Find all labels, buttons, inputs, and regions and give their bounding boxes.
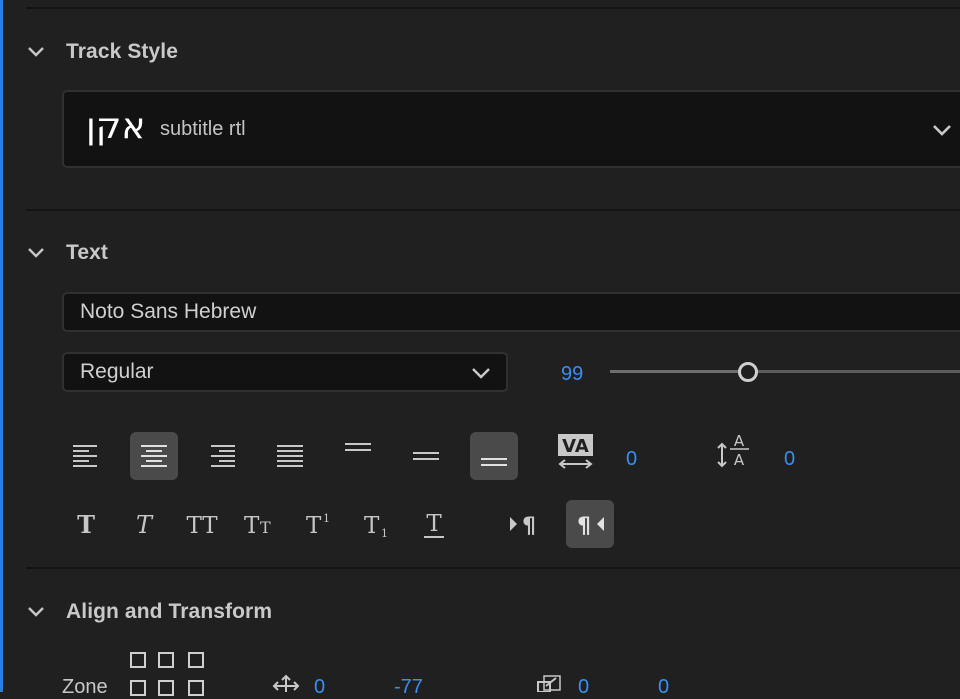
superscript-icon: T1 [306, 512, 330, 539]
faux-italic-icon: T [136, 511, 154, 539]
panel-left-edge [0, 0, 3, 692]
small-caps-button[interactable]: TT [236, 500, 284, 548]
all-caps-icon: TT [186, 513, 218, 539]
align-left-button[interactable] [62, 432, 110, 480]
align-right-icon [211, 445, 235, 467]
section-divider [26, 567, 960, 569]
chevron-down-icon [28, 47, 44, 57]
style-sample-glyph: אקן [86, 106, 146, 147]
svg-text:T: T [306, 513, 322, 539]
svg-text:1: 1 [323, 512, 330, 525]
svg-text:TT: TT [186, 513, 218, 539]
svg-text:T: T [77, 510, 95, 539]
scale-x-value[interactable]: 0 [578, 676, 589, 699]
chevron-down-icon [28, 607, 44, 617]
faux-bold-icon: T [77, 510, 95, 539]
zone-cell[interactable] [158, 680, 174, 696]
svg-text:VA: VA [562, 436, 589, 457]
chevron-down-icon [28, 248, 44, 258]
superscript-button[interactable]: T1 [294, 500, 342, 548]
zone-label: Zone [62, 676, 108, 698]
subscript-icon: T1 [364, 513, 388, 539]
all-caps-button[interactable]: TT [178, 500, 226, 548]
section-divider [26, 209, 960, 211]
svg-text:A: A [734, 451, 745, 469]
position-y-value[interactable]: -77 [394, 676, 423, 699]
track-style-name: subtitle rtl [160, 118, 246, 140]
zone-cell[interactable] [188, 652, 204, 668]
faux-bold-button[interactable]: T [62, 500, 110, 548]
section-title: Text [66, 241, 109, 264]
zone-cell[interactable] [130, 652, 146, 668]
font-size-value[interactable]: 99 [561, 363, 583, 386]
leading-value[interactable]: 0 [784, 448, 795, 471]
align-left-icon [73, 445, 97, 467]
position-x-value[interactable]: 0 [314, 676, 325, 699]
section-header-text[interactable]: Text [26, 238, 108, 268]
svg-text:1: 1 [381, 527, 388, 539]
track-style-dropdown[interactable]: אקן subtitle rtl [62, 90, 960, 168]
align-center-button[interactable] [130, 432, 178, 480]
zone-cell[interactable] [188, 680, 204, 696]
font-size-slider-thumb[interactable] [738, 362, 758, 382]
justify-button[interactable] [266, 432, 314, 480]
font-size-slider-fill [610, 370, 738, 373]
align-top-button[interactable] [334, 426, 382, 474]
align-middle-button[interactable] [402, 432, 450, 480]
svg-text:¶: ¶ [522, 514, 536, 539]
zone-cell[interactable] [158, 652, 174, 668]
section-title: Align and Transform [66, 600, 273, 623]
font-weight-dropdown[interactable]: Regular [62, 352, 508, 392]
svg-text:¶: ¶ [577, 514, 591, 539]
ltr-paragraph-icon: ¶ [510, 514, 536, 539]
ltr-direction-button[interactable]: ¶ [498, 500, 546, 548]
section-header-track-style[interactable]: Track Style [26, 37, 178, 67]
scale-y-value[interactable]: 0 [658, 676, 669, 699]
tracking-icon: VA [558, 434, 593, 469]
rtl-paragraph-icon: ¶ [577, 514, 604, 539]
justify-icon [277, 445, 303, 467]
svg-text:T: T [136, 511, 154, 539]
svg-text:T: T [244, 513, 260, 539]
align-bottom-button[interactable] [470, 432, 518, 480]
underline-button[interactable]: T [410, 500, 458, 548]
svg-text:T: T [364, 513, 380, 539]
svg-text:T: T [260, 518, 271, 537]
zone-cell[interactable] [130, 680, 146, 696]
font-weight-value: Regular [80, 360, 154, 383]
align-center-icon [141, 445, 167, 467]
faux-italic-button[interactable]: T [120, 500, 168, 548]
font-family-dropdown[interactable]: Noto Sans Hebrew [62, 292, 960, 332]
align-bottom-icon [481, 458, 507, 466]
chevron-down-icon [472, 368, 490, 379]
subscript-button[interactable]: T1 [352, 500, 400, 548]
svg-text:A: A [734, 432, 745, 450]
underline-icon: T [424, 511, 444, 538]
align-right-button[interactable] [198, 432, 246, 480]
section-divider [26, 7, 960, 9]
svg-text:T: T [426, 511, 442, 537]
section-header-align-transform[interactable]: Align and Transform [26, 597, 272, 627]
small-caps-icon: TT [244, 513, 271, 539]
position-move-icon [272, 674, 300, 692]
scale-icon [537, 675, 561, 692]
section-title: Track Style [66, 40, 179, 63]
align-middle-icon [413, 452, 439, 460]
rtl-direction-button[interactable]: ¶ [566, 500, 614, 548]
align-top-icon [345, 443, 371, 451]
chevron-down-icon [933, 125, 951, 136]
tracking-value[interactable]: 0 [626, 448, 637, 471]
leading-icon: A A [717, 432, 749, 469]
